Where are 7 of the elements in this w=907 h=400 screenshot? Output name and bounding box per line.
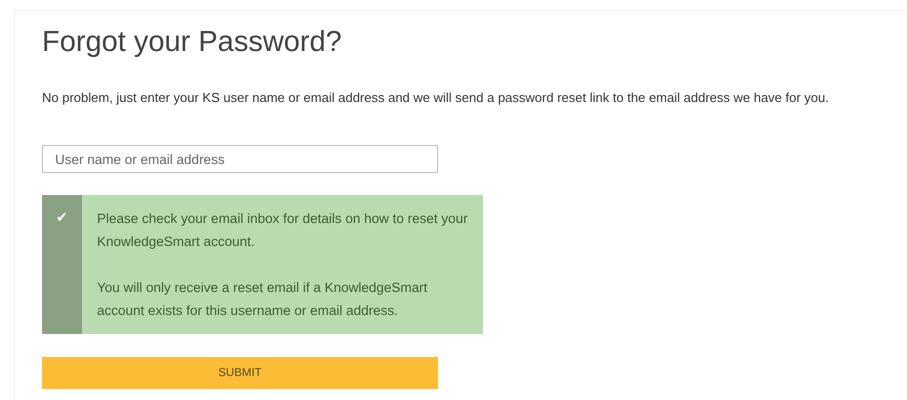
intro-text: No problem, just enter your KS user name or email address and we will send a password reset link to the email address we have for you. [42, 88, 830, 107]
check-icon: ✔ [56, 207, 68, 228]
alert-message: You will only receive a reset email if a KnowledgeSmart account exists for this username or email address. [97, 279, 428, 320]
page-title: Forgot your Password? [42, 25, 343, 60]
submit-button[interactable]: SUBMIT [42, 357, 438, 390]
alert-message: Please check your email inbox for details on how to reset your KnowledgeSmart account. [97, 210, 469, 252]
username-field[interactable]: User name or email address [42, 145, 438, 174]
